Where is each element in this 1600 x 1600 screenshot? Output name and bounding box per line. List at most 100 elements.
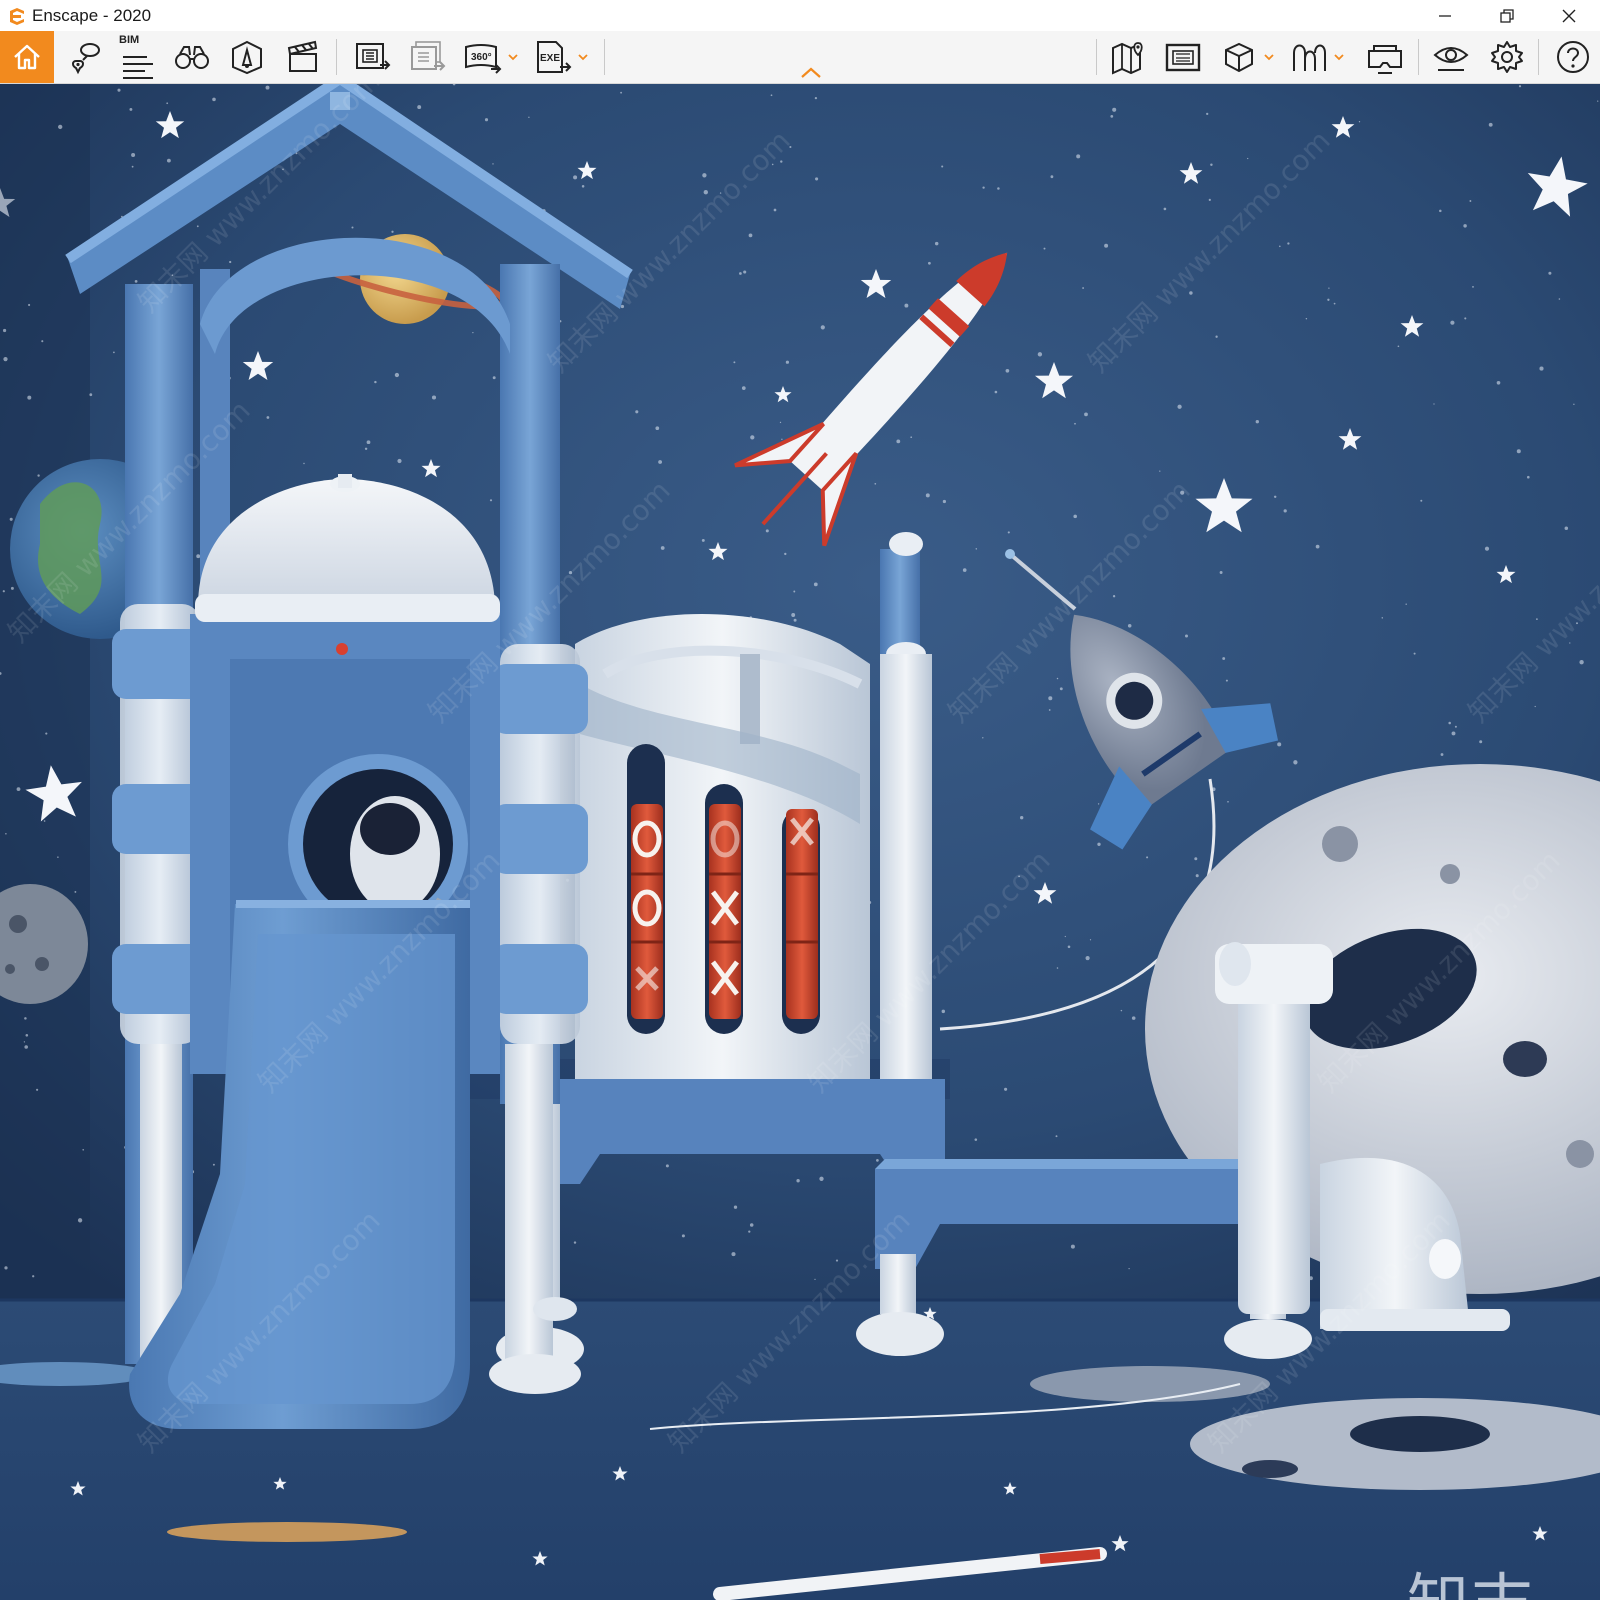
dust-star <box>1131 1016 1136 1020</box>
help-button[interactable] <box>1550 31 1596 83</box>
dust-star <box>1084 412 1088 417</box>
dust-star <box>303 462 305 465</box>
dust-star <box>1056 967 1059 969</box>
dust-star <box>1315 544 1320 549</box>
dust-star <box>492 163 494 165</box>
dust-star <box>89 393 93 397</box>
dust-star <box>941 1009 946 1014</box>
dust-star <box>785 360 790 364</box>
views-bookmarks-button[interactable] <box>224 31 270 83</box>
dust-star <box>1064 935 1066 938</box>
vr-headset-button[interactable] <box>1362 31 1408 83</box>
dust-star <box>1067 945 1071 949</box>
render-panorama-button[interactable]: 360° <box>460 31 506 83</box>
restore-button[interactable] <box>1476 0 1538 31</box>
collaborative-annotation-button[interactable] <box>1286 31 1332 83</box>
dust-star <box>1518 85 1522 88</box>
collaborative-annotation-icon <box>1293 44 1326 71</box>
dust-star <box>1037 352 1043 357</box>
dust-star <box>1573 403 1575 405</box>
batch-rendering-button[interactable] <box>405 31 451 83</box>
export-dropdown-arrow[interactable] <box>576 31 590 83</box>
dust-star <box>1484 546 1490 551</box>
dust-star <box>658 460 663 464</box>
dust-star <box>1185 634 1188 638</box>
dust-star <box>265 85 270 90</box>
panorama-dropdown-arrow[interactable] <box>506 31 520 83</box>
walk-fly-mode-button[interactable] <box>62 31 108 83</box>
dust-star <box>2 590 5 593</box>
dust-star <box>1534 705 1536 708</box>
map-view-button[interactable] <box>1106 31 1152 83</box>
render-screenshot-button[interactable] <box>350 31 396 83</box>
dust-star <box>1227 800 1229 803</box>
dust-star <box>1283 509 1287 513</box>
exe-export-icon: EXE <box>537 41 572 73</box>
bim-info-button[interactable]: BIM <box>114 31 160 83</box>
dust-star <box>1247 157 1249 160</box>
dust-star <box>366 440 371 445</box>
dust-star <box>1333 302 1336 305</box>
dust-star <box>131 152 136 158</box>
bim-label: BIM <box>119 34 140 46</box>
dust-star <box>1305 317 1308 320</box>
svg-text:EXE: EXE <box>540 53 560 64</box>
close-button[interactable] <box>1538 0 1600 31</box>
render-viewport[interactable]: 知末网 www.znzmo.com 知末网 www.znzmo.com 知末网 … <box>0 84 1600 1600</box>
dust-star <box>1405 603 1407 605</box>
visual-settings-button[interactable] <box>1428 31 1474 83</box>
dust-star <box>528 116 530 118</box>
dust-star <box>1195 874 1199 878</box>
dust-star <box>28 303 31 307</box>
collapse-toolbar-button[interactable] <box>798 64 824 82</box>
home-button[interactable] <box>0 31 54 83</box>
dust-star <box>739 272 742 275</box>
dust-star <box>24 1045 28 1049</box>
dust-star <box>1597 100 1599 102</box>
export-exe-button[interactable]: EXE <box>530 31 576 83</box>
orthographic-view-button[interactable] <box>169 31 215 83</box>
export-model-button[interactable] <box>1216 31 1262 83</box>
dust-star <box>1048 709 1051 711</box>
dust-star <box>573 1241 577 1244</box>
dust-star <box>1085 956 1090 961</box>
dust-star <box>982 186 985 189</box>
dust-star <box>1358 121 1361 123</box>
dust-star <box>793 590 796 593</box>
dust-star <box>391 230 394 233</box>
video-editor-button[interactable] <box>280 31 326 83</box>
dust-star <box>166 158 171 163</box>
dust-star <box>1097 842 1101 846</box>
dust-star <box>1073 514 1077 519</box>
dust-star <box>3 356 8 362</box>
toolbar-separator <box>1538 39 1539 75</box>
dust-star <box>1163 207 1167 211</box>
dust-star <box>5 832 7 835</box>
dust-star <box>41 340 44 343</box>
general-settings-button[interactable] <box>1484 31 1530 83</box>
minimize-button[interactable] <box>1414 0 1476 31</box>
asset-library-icon <box>1165 43 1201 72</box>
dust-star <box>212 1163 215 1166</box>
dust-star <box>431 395 437 400</box>
dust-star <box>1472 286 1474 288</box>
annotation-dropdown-arrow[interactable] <box>1332 31 1346 83</box>
dust-star <box>819 1176 824 1181</box>
dust-star <box>25 1034 29 1037</box>
dust-star <box>1127 624 1132 628</box>
dust-star <box>10 586 14 590</box>
dust-star <box>748 1230 751 1233</box>
dust-star <box>484 118 489 122</box>
cube-export-dropdown-arrow[interactable] <box>1262 31 1276 83</box>
dust-star <box>813 582 818 587</box>
dust-star <box>1210 163 1213 166</box>
dust-star <box>962 568 967 572</box>
asset-library-button[interactable] <box>1160 31 1206 83</box>
dust-star <box>1548 271 1552 275</box>
dust-star <box>129 107 133 111</box>
dust-star <box>975 548 978 550</box>
dust-star <box>74 890 77 893</box>
dust-star <box>733 1205 738 1209</box>
dust-star <box>1293 760 1298 765</box>
dust-star <box>351 226 354 229</box>
